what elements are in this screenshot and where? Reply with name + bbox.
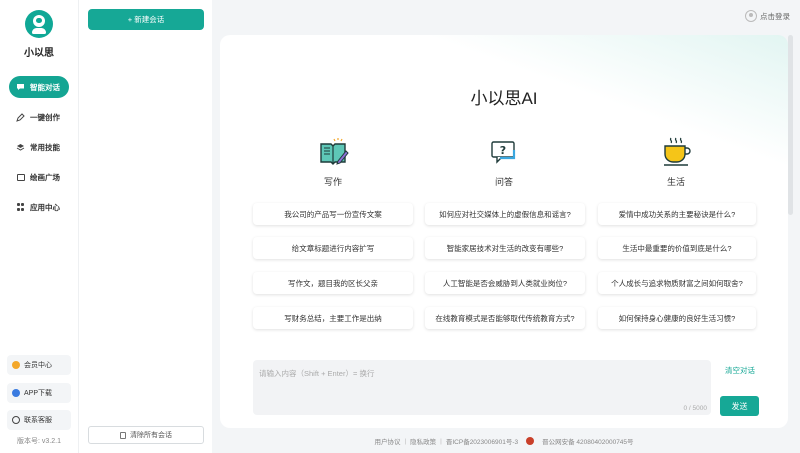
headset-icon: [12, 416, 20, 424]
suggestion-card[interactable]: 个人成长与追求物质财富之间如何取舍?: [598, 272, 756, 294]
contact-support-button[interactable]: 联系客服: [7, 410, 71, 430]
clear-all-label: 清除所有会话: [130, 432, 172, 439]
clear-chat-button[interactable]: 清空对话: [725, 365, 755, 376]
contact-support-label: 联系客服: [24, 417, 52, 424]
picture-icon: [16, 173, 25, 182]
member-center-button[interactable]: 会员中心: [7, 355, 71, 375]
message-input[interactable]: 请输入内容（Shift + Enter）= 换行 0 / 5000: [253, 360, 711, 415]
footer-divider: |: [404, 437, 407, 445]
nav-item-label: 应用中心: [30, 202, 60, 212]
logo-icon: [25, 10, 53, 38]
suggestion-card[interactable]: 爱情中成功关系的主要秘诀是什么?: [598, 203, 756, 225]
privacy-link[interactable]: 隐私政策: [410, 436, 436, 446]
version-label: 版本号: v3.2.1: [17, 438, 61, 445]
login-button[interactable]: 点击登录: [745, 10, 790, 22]
brand-name: 小以思: [24, 48, 54, 59]
app-download-label: APP下载: [24, 390, 53, 397]
user-agreement-link[interactable]: 用户协议: [374, 436, 400, 446]
crown-icon: [12, 361, 20, 369]
question-bubble-icon: ?: [487, 135, 521, 169]
member-center-label: 会员中心: [24, 362, 52, 369]
char-counter: 0 / 5000: [683, 405, 708, 412]
coffee-cup-icon: [659, 135, 693, 169]
nav-item-gallery[interactable]: 绘画广场: [9, 166, 69, 188]
main-card: 小以思AI 写作 ? 问答 生活 我公司的产品写一份宣传文案 给文章标题进行内容…: [220, 35, 788, 428]
chat-bubble-icon: [16, 83, 25, 92]
user-avatar-icon: [745, 10, 757, 22]
suggestion-card[interactable]: 智能家居技术对生活的改变有哪些?: [425, 237, 585, 259]
suggestion-card[interactable]: 如何应对社交媒体上的虚假信息和谣言?: [425, 203, 585, 225]
nav-item-create[interactable]: 一键创作: [9, 106, 69, 128]
icp-link[interactable]: 晋ICP备2023006901号-3: [446, 436, 518, 446]
category-writing: 写作: [253, 135, 413, 188]
suggestion-card[interactable]: 给文章标题进行内容扩写: [253, 237, 413, 259]
page-title: 小以思AI: [470, 89, 538, 108]
category-label: 生活: [666, 177, 685, 187]
new-chat-button[interactable]: + 新建会话: [88, 9, 204, 30]
suggestion-card[interactable]: 如何保持身心健康的良好生活习惯?: [598, 307, 756, 329]
category-life: 生活: [596, 135, 756, 188]
suggestion-card[interactable]: 生活中最重要的价值到底是什么?: [598, 237, 756, 259]
category-label: 问答: [494, 177, 513, 187]
pen-icon: [16, 112, 25, 122]
scrollbar[interactable]: [788, 35, 793, 215]
book-pencil-icon: [316, 135, 350, 169]
layers-icon: [16, 143, 25, 152]
nav-item-label: 常用技能: [30, 142, 60, 152]
category-label: 写作: [323, 177, 342, 187]
conversation-panel: + 新建会话 清除所有会话: [78, 0, 212, 453]
suggestion-card[interactable]: 我公司的产品写一份宣传文案: [253, 203, 413, 225]
suggestion-card[interactable]: 写作文，题目我的区长父亲: [253, 272, 413, 294]
input-placeholder: 请输入内容（Shift + Enter）= 换行: [259, 369, 375, 378]
category-qa: ? 问答: [424, 135, 584, 188]
footer-divider: |: [440, 437, 442, 445]
nav-item-label: 一键创作: [30, 112, 60, 122]
app-download-button[interactable]: APP下载: [7, 383, 71, 403]
grid-apps-icon: [16, 203, 25, 212]
nav-item-skills[interactable]: 常用技能: [9, 136, 69, 158]
trash-icon: [120, 431, 126, 439]
login-label: 点击登录: [760, 11, 790, 21]
nav-item-chat[interactable]: 智能对话: [9, 76, 69, 98]
nav-item-apps[interactable]: 应用中心: [9, 196, 69, 218]
nav-item-label: 智能对话: [30, 82, 60, 92]
nav-item-label: 绘画广场: [30, 172, 60, 182]
police-badge-icon: [526, 437, 535, 445]
left-nav: 小以思 智能对话 一键创作 常用技能 绘画广场 应用中心 会员中心 APP下载 …: [0, 0, 78, 453]
svg-text:?: ?: [500, 144, 506, 157]
footer: 用户协议 | 隐私政策 | 晋ICP备2023006901号-3 晋公网安备 4…: [220, 436, 788, 446]
send-button[interactable]: 发送: [720, 396, 759, 416]
cloud-download-icon: [12, 389, 20, 397]
suggestion-card[interactable]: 人工智能是否会威胁到人类就业岗位?: [425, 272, 585, 294]
clear-all-conversations-button[interactable]: 清除所有会话: [88, 426, 204, 444]
suggestion-card[interactable]: 在线教育模式是否能够取代传统教育方式?: [425, 307, 585, 329]
suggestion-card[interactable]: 写财务总结，主要工作是出纳: [253, 307, 413, 329]
police-record-link[interactable]: 晋公网安备 42080402000745号: [542, 436, 633, 446]
